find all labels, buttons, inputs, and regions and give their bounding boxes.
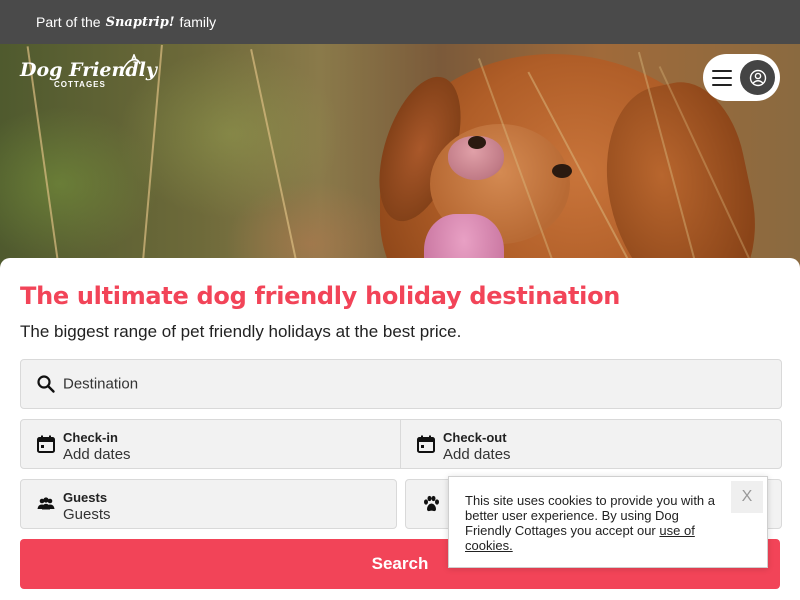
page-title: The ultimate dog friendly holiday destin… [20,282,621,310]
checkout-value: Add dates [443,446,511,463]
logo-line2: COTTAGES [54,80,106,89]
logo-paw-icon [120,54,141,75]
destination-field[interactable]: Destination [20,359,782,409]
account-menu[interactable] [703,54,780,101]
checkin-value: Add dates [63,446,131,463]
checkout-label: Check-out [443,430,507,445]
calendar-icon [417,435,435,453]
guests-label: Guests [63,490,108,505]
snaptrip-family-bar: Part of the Snaptrip! family [0,0,800,44]
cookie-text: This site uses cookies to provide you wi… [465,493,727,553]
checkin-label: Check-in [63,430,118,445]
site-logo[interactable]: Dog Friendly COTTAGES [20,54,157,89]
destination-placeholder: Destination [63,375,139,393]
cookie-banner: This site uses cookies to provide you wi… [448,476,768,568]
page-subtitle: The biggest range of pet friendly holida… [20,322,462,341]
guests-icon [37,497,55,510]
guests-field[interactable]: Guests Guests [20,479,397,529]
menu-icon[interactable] [712,69,732,86]
user-icon[interactable] [740,60,775,95]
calendar-icon [37,435,55,453]
topbar-suffix: family [179,14,217,30]
paw-icon [424,495,439,512]
topbar-prefix: Part of the [36,14,101,30]
checkin-field[interactable]: Check-in Add dates [20,419,401,469]
guests-value: Guests [63,506,111,523]
search-icon [37,375,55,393]
checkout-field[interactable]: Check-out Add dates [400,419,782,469]
cookie-close-button[interactable]: X [731,481,763,513]
snaptrip-brand[interactable]: Snaptrip! [106,15,175,30]
